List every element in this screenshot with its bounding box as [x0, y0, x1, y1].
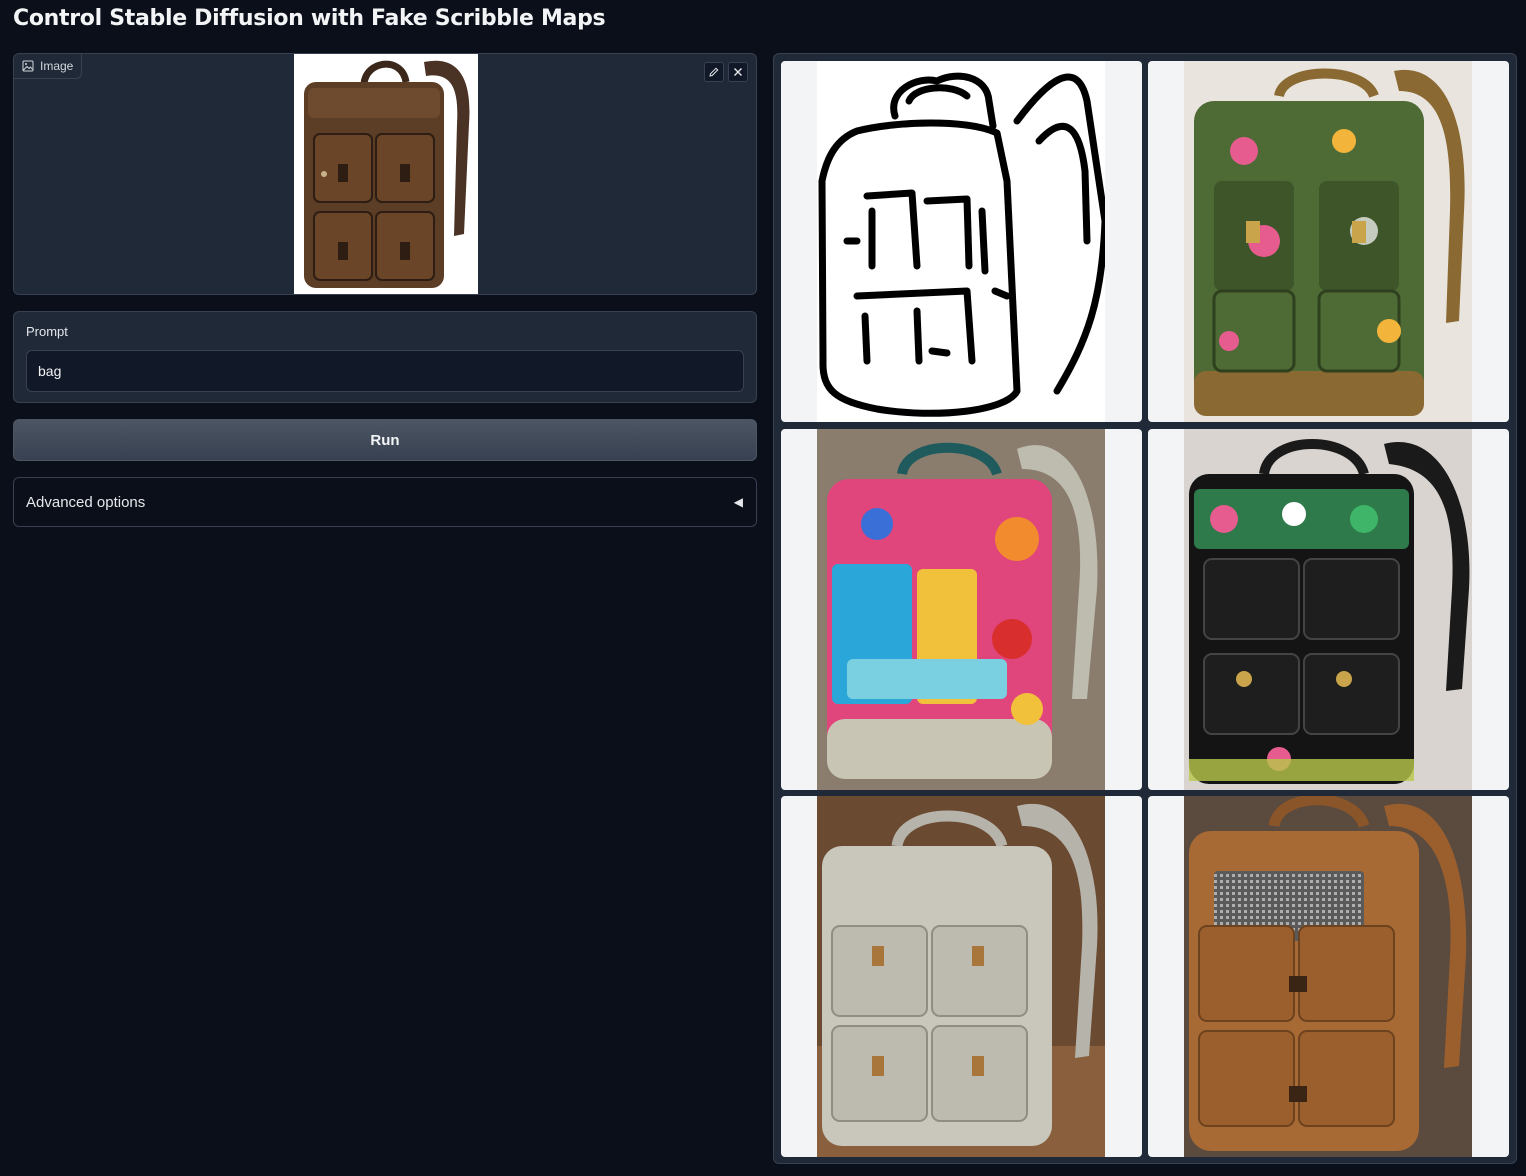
generated-backpack-image — [1184, 61, 1472, 422]
image-label-badge: Image — [14, 54, 83, 79]
image-label: Image — [40, 59, 74, 73]
prompt-label: Prompt — [26, 324, 68, 339]
advanced-options-accordion[interactable]: Advanced options ◀ — [13, 477, 757, 527]
gallery-item-4[interactable] — [1148, 429, 1509, 790]
output-gallery — [773, 53, 1517, 1164]
uploaded-image — [294, 54, 478, 294]
gallery-item-2[interactable] — [1148, 61, 1509, 422]
edit-icon — [709, 67, 719, 77]
image-input[interactable]: Image — [13, 53, 757, 295]
advanced-options-label: Advanced options — [26, 493, 146, 511]
image-icon — [22, 60, 34, 72]
generated-backpack-image — [1184, 796, 1472, 1157]
gallery-item-3[interactable] — [781, 429, 1142, 790]
close-icon — [734, 68, 742, 76]
prompt-block: Prompt — [13, 311, 757, 403]
generated-backpack-image — [817, 796, 1105, 1157]
clear-image-button[interactable] — [728, 62, 748, 82]
prompt-input[interactable] — [26, 350, 744, 392]
page-title: Control Stable Diffusion with Fake Scrib… — [13, 6, 606, 31]
caret-left-icon: ◀ — [733, 495, 743, 509]
generated-backpack-image — [1184, 429, 1472, 790]
scribble-map-image — [817, 61, 1105, 422]
run-button[interactable]: Run — [13, 419, 757, 461]
gallery-item-6[interactable] — [1148, 796, 1509, 1157]
gallery-item-5[interactable] — [781, 796, 1142, 1157]
gallery-item-1[interactable] — [781, 61, 1142, 422]
generated-backpack-image — [817, 429, 1105, 790]
edit-button[interactable] — [704, 62, 724, 82]
